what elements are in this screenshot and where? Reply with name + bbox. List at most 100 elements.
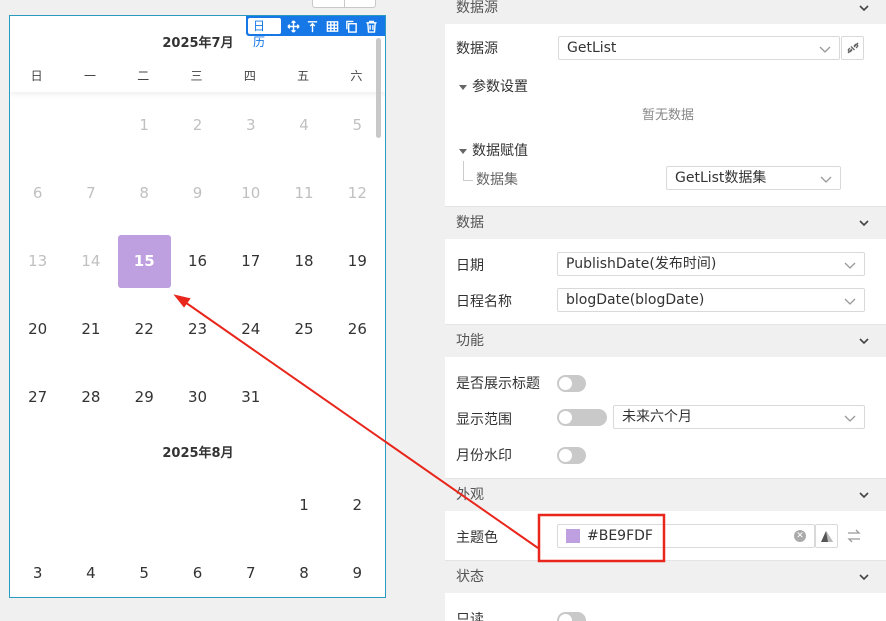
dataset-label: 数据集 xyxy=(476,172,518,188)
day-cell[interactable]: 30 xyxy=(171,368,224,426)
day-cell[interactable]: 7 xyxy=(224,544,277,597)
day-cell[interactable]: 2 xyxy=(171,96,224,154)
section-appearance[interactable]: 外观 xyxy=(445,478,886,511)
day-cell[interactable]: 31 xyxy=(224,368,277,426)
datasource-select[interactable]: GetList xyxy=(558,36,840,60)
weekday-sun: 日 xyxy=(30,69,43,83)
day-cell[interactable]: 18 xyxy=(277,232,330,290)
day-cell[interactable]: 8 xyxy=(118,164,171,222)
section-state[interactable]: 状态 xyxy=(445,560,886,593)
day-cell[interactable]: 11 xyxy=(277,164,330,222)
swap-icon[interactable] xyxy=(846,529,862,543)
day-cell[interactable]: 3 xyxy=(11,544,64,597)
chevron-down-icon xyxy=(820,173,832,183)
chevron-down-icon[interactable] xyxy=(858,217,870,229)
schedule-field-select[interactable]: blogDate(blogDate) xyxy=(557,288,865,312)
range-select[interactable]: 未来六个月 xyxy=(613,405,865,429)
day-cell[interactable]: 20 xyxy=(11,300,64,358)
assign-toggle[interactable]: 数据赋值 xyxy=(459,140,528,160)
day-cell-selected[interactable]: 15 xyxy=(117,232,171,290)
day-cell[interactable]: 14 xyxy=(64,232,117,290)
day-cell-empty xyxy=(331,368,384,426)
day-cell[interactable]: 12 xyxy=(331,164,384,222)
day-cell[interactable]: 9 xyxy=(171,164,224,222)
clear-icon[interactable]: ✕ xyxy=(794,530,806,542)
chevron-down-icon xyxy=(819,43,831,53)
day-cell-empty xyxy=(11,96,64,154)
day-cell[interactable]: 29 xyxy=(118,368,171,426)
day-cell[interactable]: 6 xyxy=(11,164,64,222)
chevron-down-icon[interactable] xyxy=(858,489,870,501)
day-cell[interactable]: 7 xyxy=(64,164,117,222)
color-swatch xyxy=(566,529,580,543)
day-cell[interactable]: 4 xyxy=(64,544,117,597)
section-title: 数据 xyxy=(456,215,484,231)
chevron-down-icon[interactable] xyxy=(858,571,870,583)
theme-color-label: 主题色 xyxy=(456,530,498,546)
day-cell[interactable]: 19 xyxy=(331,232,384,290)
theme-color-input[interactable]: #BE9FDF ✕ xyxy=(557,524,815,548)
datasource-value: GetList xyxy=(567,40,617,56)
range-toggle[interactable] xyxy=(557,409,607,426)
color-picker-button[interactable] xyxy=(815,524,838,548)
day-cell[interactable]: 5 xyxy=(118,544,171,597)
show-title-toggle[interactable] xyxy=(557,375,586,392)
week-row: 3 4 5 6 7 8 9 xyxy=(11,544,384,597)
caret-down-icon xyxy=(459,148,467,154)
day-cell-empty xyxy=(64,476,117,534)
datasource-link-button[interactable] xyxy=(841,36,864,60)
week-row: 6 7 8 9 10 11 12 xyxy=(11,164,384,222)
section-title: 功能 xyxy=(456,333,484,349)
week-row: 20 21 22 23 24 25 26 xyxy=(11,300,384,358)
day-cell[interactable]: 6 xyxy=(171,544,224,597)
calendar-scrollbar[interactable] xyxy=(376,38,381,138)
params-toggle[interactable]: 参数设置 xyxy=(459,76,528,96)
section-datasource[interactable]: 数据源 xyxy=(445,0,886,24)
day-cell[interactable]: 23 xyxy=(171,300,224,358)
day-cell[interactable]: 1 xyxy=(118,96,171,154)
month-title-august: 2025年8月 xyxy=(162,446,234,461)
dataset-select[interactable]: GetList数据集 xyxy=(666,166,841,190)
chevron-down-icon xyxy=(844,412,856,422)
section-data[interactable]: 数据 xyxy=(445,206,886,239)
day-cell[interactable]: 16 xyxy=(171,232,224,290)
date-field-select[interactable]: PublishDate(发布时间) xyxy=(557,252,865,276)
schedule-label: 日程名称 xyxy=(456,294,512,310)
section-title: 外观 xyxy=(456,487,484,503)
day-cell[interactable]: 21 xyxy=(64,300,117,358)
section-feature[interactable]: 功能 xyxy=(445,324,886,357)
day-cell[interactable]: 1 xyxy=(277,476,330,534)
day-cell[interactable]: 10 xyxy=(224,164,277,222)
day-cell[interactable]: 2 xyxy=(331,476,384,534)
tree-connector xyxy=(463,161,473,181)
day-cell[interactable]: 9 xyxy=(331,544,384,597)
chevron-down-icon[interactable] xyxy=(858,335,870,347)
readonly-label: 只读 xyxy=(456,612,484,621)
day-cell[interactable]: 8 xyxy=(277,544,330,597)
selected-day-label: 15 xyxy=(117,234,171,288)
day-cell[interactable]: 28 xyxy=(64,368,117,426)
watermark-toggle[interactable] xyxy=(557,447,586,464)
calendar-component[interactable]: 日历 2025年7月 日 一 二 三 四 五 六 1 2 3 4 5 6 7 8… xyxy=(9,15,386,598)
chevron-down-icon xyxy=(844,259,856,269)
weekday-thu: 四 xyxy=(243,69,256,83)
design-canvas: 日历 2025年7月 日 一 二 三 四 五 六 1 2 3 4 5 6 7 8… xyxy=(0,0,445,621)
day-cell[interactable]: 26 xyxy=(331,300,384,358)
day-cell[interactable]: 24 xyxy=(224,300,277,358)
week-row: 27 28 29 30 31 xyxy=(11,368,384,426)
day-cell[interactable]: 4 xyxy=(277,96,330,154)
day-cell[interactable]: 3 xyxy=(224,96,277,154)
chevron-down-icon[interactable] xyxy=(858,2,870,14)
month-title-july: 2025年7月 xyxy=(162,36,234,51)
day-cell[interactable]: 13 xyxy=(11,232,64,290)
top-button-group-stub[interactable] xyxy=(312,0,376,8)
readonly-toggle[interactable] xyxy=(557,612,586,621)
section-title: 数据源 xyxy=(456,0,498,16)
datasource-label: 数据源 xyxy=(456,41,498,57)
week-row: 1 2 xyxy=(11,476,384,534)
day-cell[interactable]: 25 xyxy=(277,300,330,358)
schedule-field-value: blogDate(blogDate) xyxy=(566,292,705,308)
day-cell[interactable]: 27 xyxy=(11,368,64,426)
day-cell[interactable]: 17 xyxy=(224,232,277,290)
day-cell[interactable]: 22 xyxy=(118,300,171,358)
